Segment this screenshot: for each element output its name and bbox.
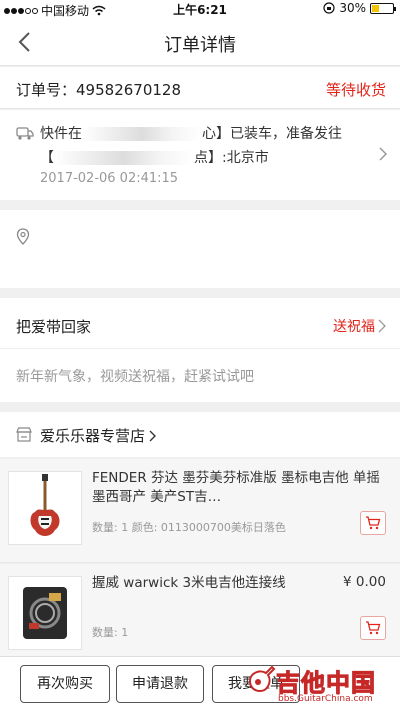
bottom-action-bar: 再次购买 申请退款 我要催单 吉他中国 bbs.GuitarChina.com (0, 656, 400, 715)
product-item[interactable]: 握威 warwick 3米电吉他连接线 ¥ 0.00 数量: 1 (0, 564, 400, 668)
logistics-text-line1-prefix: 快件在 (40, 126, 82, 142)
watermark-title: 吉他中国 (276, 669, 376, 698)
guitar-logo-icon (248, 665, 276, 693)
redacted-text (82, 127, 202, 141)
cart-icon (366, 516, 381, 530)
redacted-text (54, 151, 194, 165)
battery-icon (370, 2, 396, 14)
watermark: 吉他中国 bbs.GuitarChina.com (246, 661, 396, 709)
logistics-section[interactable]: 快件在 心】已装车，准备发往 【 点】:北京市 2017-02-06 02:41:1… (0, 110, 400, 200)
delivery-truck-icon (16, 127, 34, 140)
add-to-cart-button[interactable] (360, 616, 386, 640)
battery-percent: 30% (339, 1, 366, 15)
page-title: 订单详情 (164, 35, 236, 56)
product-meta: 数量: 1 颜色: 0113000700美标日落色 (92, 521, 286, 534)
nav-bar: 订单详情 (0, 18, 400, 66)
product-price: ¥ 0.00 (343, 574, 386, 590)
chevron-right-icon (378, 319, 386, 333)
divider (0, 348, 400, 349)
product-meta: 数量: 1 (92, 626, 129, 639)
shop-name: 爱乐乐器专营店 (40, 427, 146, 445)
electric-guitar-image (30, 474, 60, 536)
gift-description: 新年新气象，视频送祝福，赶紧试试吧 (16, 369, 254, 385)
address-section (0, 210, 400, 288)
status-bar: 中国移动 上午6:21 30% (0, 0, 400, 18)
logistics-text-line1-suffix: 心】已装车，准备发往 (202, 126, 342, 142)
send-blessing-label: 送祝福 (333, 319, 375, 335)
cart-icon (366, 621, 381, 635)
chevron-right-icon (149, 430, 157, 441)
product-thumbnail (8, 576, 82, 650)
product-thumbnail (8, 471, 82, 545)
logistics-text-line2-prefix: 【 (40, 150, 54, 166)
shop-header[interactable]: 爱乐乐器专营店 (0, 412, 400, 458)
gift-section: 把爱带回家 送祝福 新年新气象，视频送祝福，赶紧试试吧 (0, 298, 400, 402)
refund-button[interactable]: 申请退款 (116, 665, 204, 703)
order-number: 49582670128 (76, 81, 181, 99)
store-icon (16, 427, 32, 442)
add-to-cart-button[interactable] (360, 511, 386, 535)
product-name: FENDER 芬达 墨芬美芬标准版 墨标电吉他 单摇墨西哥产 美产ST吉… (92, 470, 380, 505)
send-blessing-link[interactable]: 送祝福 (333, 316, 386, 336)
product-item[interactable]: FENDER 芬达 墨芬美芬标准版 墨标电吉他 单摇墨西哥产 美产ST吉… 数量… (0, 459, 400, 563)
order-number-row: 订单号：49582670128 等待收货 (0, 67, 400, 109)
rotation-lock-icon (323, 2, 335, 14)
guitar-cable-image (23, 587, 67, 639)
logistics-timestamp: 2017-02-06 02:41:15 (40, 171, 179, 186)
order-status: 等待收货 (325, 81, 386, 99)
rebuy-button[interactable]: 再次购买 (20, 665, 110, 703)
order-number-label: 订单号： (16, 81, 77, 99)
chevron-right-icon (379, 147, 388, 161)
watermark-url: bbs.GuitarChina.com (278, 694, 373, 704)
location-pin-icon (16, 228, 30, 245)
logistics-text-line2-suffix: 点】:北京市 (194, 150, 269, 166)
gift-title: 把爱带回家 (16, 318, 92, 336)
